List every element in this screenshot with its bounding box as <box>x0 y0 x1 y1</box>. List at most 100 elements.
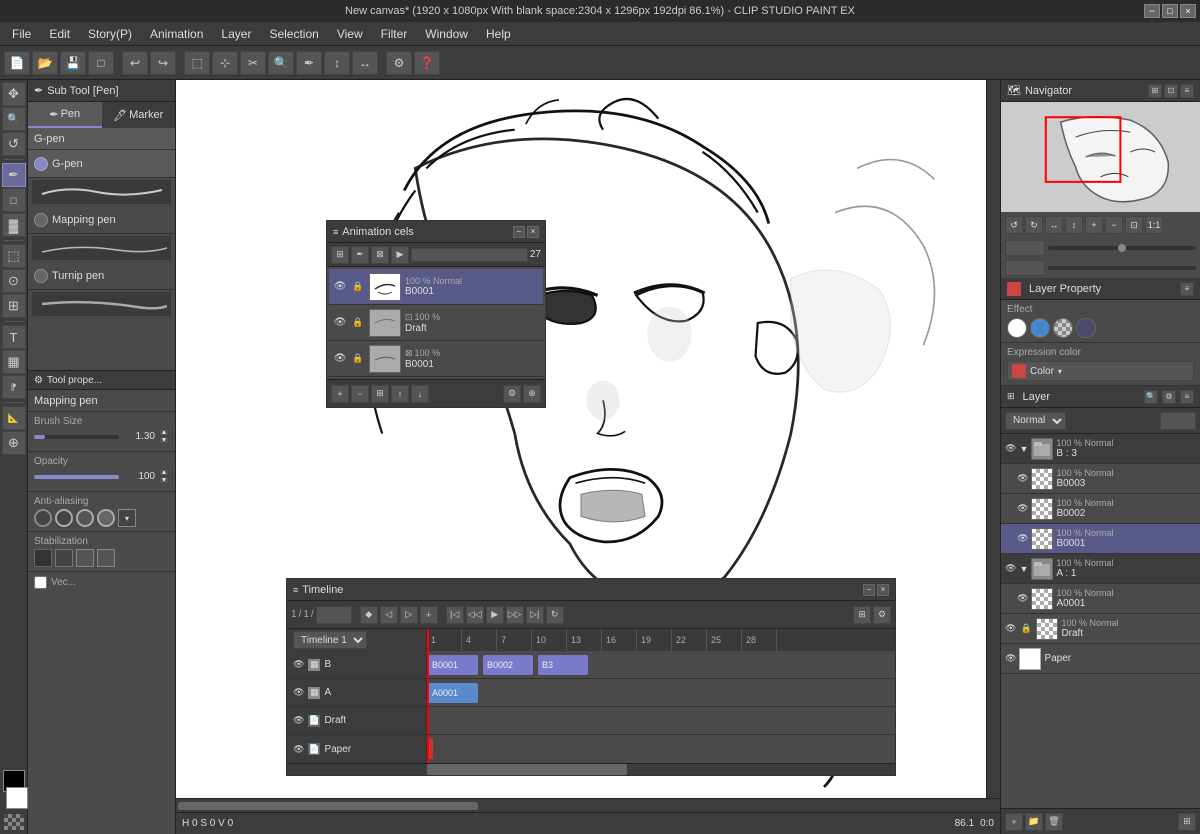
b0002-eye[interactable]: 👁 <box>1017 503 1028 514</box>
tool-eraser[interactable]: ◻ <box>2 188 26 212</box>
minimize-button[interactable]: − <box>1144 4 1160 18</box>
layer-add-icon[interactable]: + <box>1005 813 1023 831</box>
opacity-spinner[interactable]: ▲ ▼ <box>159 469 169 484</box>
anim-del-icon[interactable]: − <box>351 385 369 403</box>
nav-flip-v[interactable]: ↕ <box>1065 216 1083 234</box>
lp-settings-icon[interactable]: ≡ <box>1180 282 1194 296</box>
vector-checkbox[interactable] <box>34 576 47 589</box>
anim-move-up-icon[interactable]: ↑ <box>391 385 409 403</box>
tl-track-content-paper[interactable] <box>427 735 895 763</box>
anim-panel-minimize[interactable]: − <box>513 226 525 238</box>
nav-zoom-input[interactable]: 86.1 <box>1005 240 1045 256</box>
nav-fit[interactable]: ⊡ <box>1125 216 1143 234</box>
subtool-item-gpen[interactable]: G-pen <box>28 150 175 178</box>
tab-pen[interactable]: ✒ Pen <box>28 102 102 128</box>
nav-zoom-slider[interactable] <box>1048 246 1196 250</box>
brush-size-spinner[interactable]: ▲ ▼ <box>159 429 169 444</box>
subtool-item-turnip[interactable]: Turnip pen <box>28 262 175 290</box>
layer-settings-icon[interactable]: ⚙ <box>1162 390 1176 404</box>
anim-link-icon[interactable]: ⊕ <box>523 385 541 403</box>
anim-lock-b0001[interactable]: 🔒 <box>351 280 365 294</box>
layer-paper[interactable]: 👁 Paper <box>1001 644 1200 674</box>
layer-b0003[interactable]: 👁 100 % Normal B0003 <box>1001 464 1200 494</box>
stab-2[interactable] <box>55 549 73 567</box>
anim-panel-close[interactable]: × <box>527 226 539 238</box>
transform-icon[interactable]: ⊹ <box>212 51 238 75</box>
flip-h-icon[interactable]: ↔ <box>352 51 378 75</box>
anim-cel-b0001[interactable]: 👁 🔒 100 % Normal B0001 <box>329 269 543 305</box>
menu-layer[interactable]: Layer <box>213 25 259 43</box>
layer-search-icon[interactable]: 🔍 <box>1144 390 1158 404</box>
tl-add-key-icon[interactable]: + <box>420 606 438 624</box>
save-icon[interactable]: 💾 <box>60 51 86 75</box>
nav-zoom-in[interactable]: + <box>1085 216 1103 234</box>
canvas-scroll-v[interactable] <box>986 80 1000 798</box>
tl-scroll-thumb[interactable] <box>427 764 627 775</box>
effect-circle-3[interactable] <box>1053 318 1073 338</box>
tl-keyframe-icon[interactable]: ◆ <box>360 606 378 624</box>
tab-marker[interactable]: 🖊 Marker <box>102 102 176 128</box>
canvas-hscroll-thumb[interactable] <box>178 802 478 810</box>
opacity-down[interactable]: ▼ <box>159 477 169 484</box>
tl-timeline-select[interactable]: Timeline 1 <box>293 631 367 649</box>
tl-cel-b0003[interactable]: B3 <box>538 655 588 675</box>
pen-pressure-icon[interactable]: ✒ <box>296 51 322 75</box>
tl-prev-key-icon[interactable]: ◁ <box>380 606 398 624</box>
anim-frame-slider[interactable] <box>411 248 528 262</box>
nav-rotate-cw[interactable]: ↻ <box>1025 216 1043 234</box>
tl-playhead[interactable] <box>427 629 429 651</box>
tl-settings2-icon[interactable]: ⚙ <box>873 606 891 624</box>
tl-track-content-draft[interactable] <box>427 707 895 734</box>
a0001-eye[interactable]: 👁 <box>1017 593 1028 604</box>
layer-del-icon[interactable]: 🗑 <box>1045 813 1063 831</box>
flip-v-icon[interactable]: ↕ <box>324 51 350 75</box>
group-b3-expand[interactable]: ▼ <box>1019 444 1028 454</box>
anim-icon-3[interactable]: ⊠ <box>371 246 389 264</box>
aa-medium[interactable] <box>76 509 94 527</box>
aa-strong[interactable] <box>97 509 115 527</box>
stab-4[interactable] <box>97 549 115 567</box>
nav-zoom-out[interactable]: − <box>1105 216 1123 234</box>
layer-group-b3[interactable]: 👁 ▼ 100 % Normal B : 3 <box>1001 434 1200 464</box>
effect-circle-1[interactable] <box>1007 318 1027 338</box>
anim-add-icon[interactable]: + <box>331 385 349 403</box>
tool-fill[interactable]: ▓ <box>2 213 26 237</box>
select-rect-icon[interactable]: ⬚ <box>184 51 210 75</box>
tool-3d[interactable]: ⊕ <box>2 431 26 455</box>
tl-track-eye-draft[interactable]: 👁 <box>293 715 304 726</box>
layer-menu-icon[interactable]: ≡ <box>1180 390 1194 404</box>
scale-icon[interactable]: 🔍 <box>268 51 294 75</box>
aa-custom[interactable]: ▾ <box>118 509 136 527</box>
anim-move-down-icon[interactable]: ↓ <box>411 385 429 403</box>
close-button[interactable]: × <box>1180 4 1196 18</box>
layer-folder-icon[interactable]: 📁 <box>1025 813 1043 831</box>
lp-color-dropdown[interactable]: Color ▾ <box>1007 361 1194 381</box>
nav-icon-1[interactable]: ⊞ <box>1148 84 1162 98</box>
layer-b0001[interactable]: 👁 100 % Normal B0001 <box>1001 524 1200 554</box>
navigator-preview[interactable] <box>1001 102 1200 212</box>
stab-1[interactable] <box>34 549 52 567</box>
opacity-slider[interactable] <box>34 475 119 479</box>
new-canvas-icon[interactable]: □ <box>88 51 114 75</box>
tool-text[interactable]: T <box>2 325 26 349</box>
tool-pen[interactable]: ✒ <box>2 163 26 187</box>
maximize-button[interactable]: □ <box>1162 4 1178 18</box>
nav-rotate-ccw[interactable]: ↺ <box>1005 216 1023 234</box>
effect-circle-2[interactable] <box>1030 318 1050 338</box>
tl-cel-a0001[interactable]: A0001 <box>428 683 478 703</box>
undo-icon[interactable]: ↩ <box>122 51 148 75</box>
open-file-icon[interactable]: 📂 <box>32 51 58 75</box>
nav-zoom-thumb[interactable] <box>1118 244 1126 252</box>
tl-track-content-a[interactable]: A0001 <box>427 679 895 706</box>
tl-play-rev-icon[interactable]: ◁◁ <box>466 606 484 624</box>
tool-select-rect[interactable]: ⬚ <box>2 244 26 268</box>
menu-animation[interactable]: Animation <box>142 25 211 43</box>
menu-selection[interactable]: Selection <box>261 25 326 43</box>
menu-help[interactable]: Help <box>478 25 519 43</box>
menu-view[interactable]: View <box>329 25 371 43</box>
tl-cel-b0002[interactable]: B0002 <box>483 655 533 675</box>
b0003-eye[interactable]: 👁 <box>1017 473 1028 484</box>
anim-cel-b0001-2[interactable]: 👁 🔒 ⊠ 100 % B0001 <box>329 341 543 377</box>
tool-crop[interactable]: ⊞ <box>2 294 26 318</box>
anim-lock-b0001-2[interactable]: 🔒 <box>351 352 365 366</box>
